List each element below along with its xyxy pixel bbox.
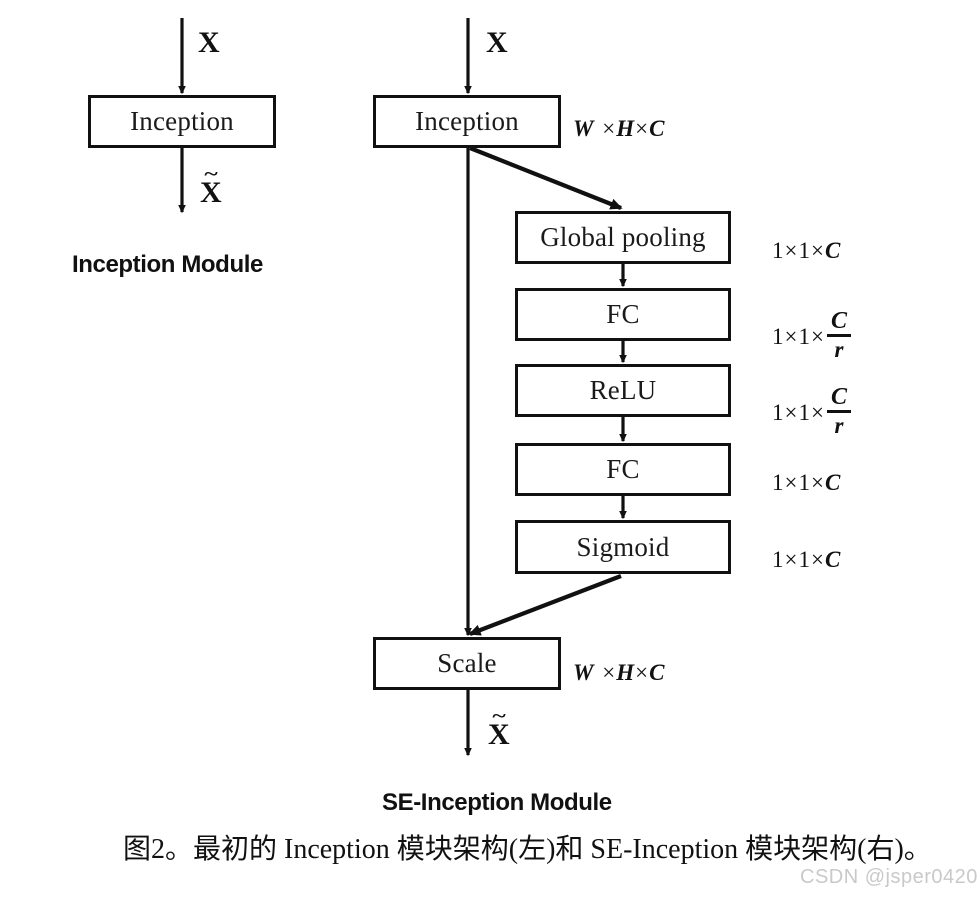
block-sigmoid[interactable]: Sigmoid: [515, 520, 731, 574]
csdn-watermark: CSDN @jsper0420: [800, 866, 977, 888]
block-relu[interactable]: ReLU: [515, 364, 731, 417]
fraction-c-over-r-2: Cr: [826, 385, 851, 437]
figure-caption: 图2。最初的 Inception 模块架构(左)和 SE-Inception 模…: [123, 834, 932, 865]
dimension-label-after-fc-1: 1 × 1 × Cr: [772, 309, 851, 362]
block-fc-1[interactable]: FC: [515, 288, 731, 341]
dimension-label-after-scale: W ×H×C: [573, 660, 665, 685]
figure-canvas: Inception X ~ X Inception Module Incepti…: [0, 0, 977, 902]
block-scale[interactable]: Scale: [373, 637, 561, 690]
tilde-accent-right: ~: [492, 706, 506, 727]
tensor-label-input-left: X: [198, 26, 220, 59]
block-inception-right[interactable]: Inception: [373, 95, 561, 148]
dimension-label-after-global-pooling: 1×1×C: [772, 238, 841, 263]
block-inception-left[interactable]: Inception: [88, 95, 276, 148]
tensor-label-output-left: ~ X: [200, 164, 222, 209]
tilde-accent-left: ~: [204, 164, 218, 185]
dimension-label-after-inception: W ×H×C: [573, 116, 665, 141]
arrow-sigmoid-to-scale: [468, 574, 622, 636]
block-fc-2[interactable]: FC: [515, 443, 731, 496]
fraction-c-over-r-1: Cr: [826, 309, 851, 361]
dimension-label-after-relu: 1 × 1 × Cr: [772, 385, 851, 438]
module-caption-left: Inception Module: [72, 251, 263, 278]
dimension-label-after-fc-2: 1×1×C: [772, 470, 841, 495]
arrow-inception-to-globalpooling: [469, 146, 623, 210]
tensor-label-input-right: X: [486, 26, 508, 59]
dimension-label-after-sigmoid: 1×1×C: [772, 547, 841, 572]
tensor-label-output-right: ~ X: [488, 706, 510, 751]
module-caption-right: SE-Inception Module: [382, 789, 612, 816]
block-global-pooling[interactable]: Global pooling: [515, 211, 731, 264]
